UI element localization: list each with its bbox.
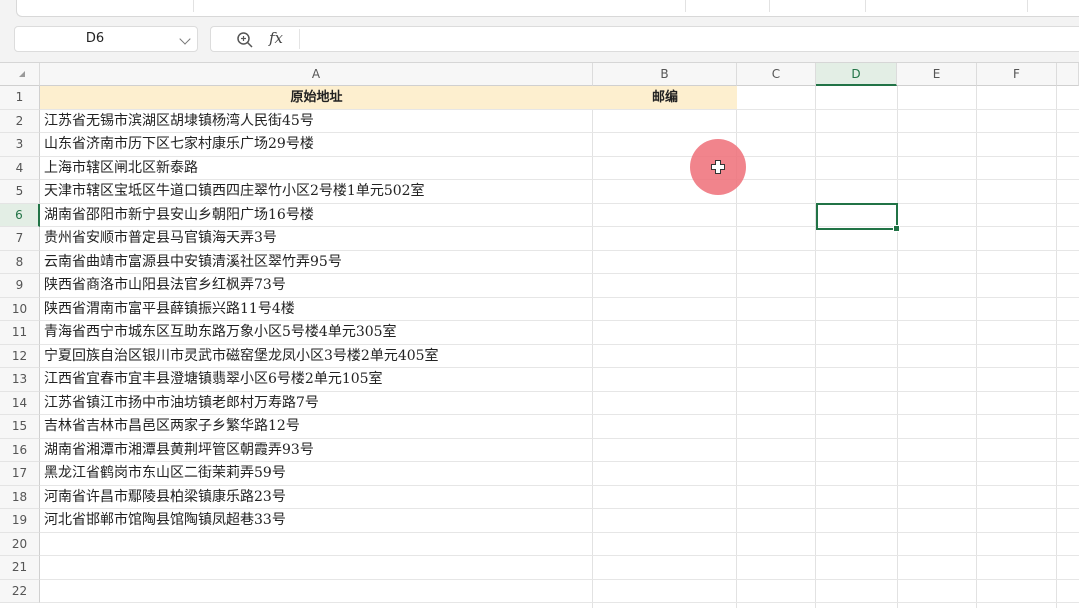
address-cell[interactable]: 河南省许昌市鄢陵县柏梁镇康乐路23号	[44, 486, 286, 509]
insert-function-button[interactable]: fx	[269, 29, 283, 47]
row-header-10[interactable]: 10	[0, 297, 40, 321]
ribbon-toolbar	[16, 0, 1079, 17]
address-cell[interactable]: 山东省济南市历下区七家村康乐广场29号楼	[44, 133, 314, 156]
zoom-magnifier-icon[interactable]	[235, 30, 255, 50]
address-cell[interactable]: 云南省曲靖市富源县中安镇清溪社区翠竹弄95号	[44, 251, 342, 274]
row-header-7[interactable]: 7	[0, 227, 40, 251]
row-header-5[interactable]: 5	[0, 180, 40, 204]
address-cell[interactable]: 贵州省安顺市普定县马官镇海天弄3号	[44, 227, 277, 250]
address-cell[interactable]: 湖南省邵阳市新宁县安山乡朝阳广场16号楼	[44, 204, 314, 227]
address-cell[interactable]: 河北省邯郸市馆陶县馆陶镇凤超巷33号	[44, 509, 286, 532]
row-header-16[interactable]: 16	[0, 438, 40, 462]
row-header-9[interactable]: 9	[0, 274, 40, 298]
ribbon-separator	[769, 0, 770, 12]
select-all-corner[interactable]	[0, 63, 40, 86]
ribbon-separator	[193, 0, 194, 12]
row-header-15[interactable]: 15	[0, 415, 40, 439]
address-cell[interactable]: 上海市辖区闸北区新泰路	[44, 157, 198, 180]
row-header-11[interactable]: 11	[0, 321, 40, 345]
ribbon-separator	[865, 0, 866, 12]
column-header-e[interactable]: E	[897, 63, 977, 86]
spreadsheet-grid[interactable]: A B C D E F 1 2 3 4 5 6 7 8 9 10 11 12 13 14 15 16 17 18 1…	[0, 62, 1079, 608]
address-cell[interactable]: 天津市辖区宝坻区牛道口镇西四庄翠竹小区2号楼1单元502室	[44, 180, 425, 203]
grid-line	[976, 86, 977, 608]
address-cell[interactable]: 陕西省商洛市山阳县法官乡红枫弄73号	[44, 274, 286, 297]
address-cell[interactable]: 江西省宜春市宜丰县澄塘镇翡翠小区6号楼2单元105室	[44, 368, 383, 391]
row-header-13[interactable]: 13	[0, 368, 40, 392]
row-header-8[interactable]: 8	[0, 250, 40, 274]
address-cell[interactable]: 江苏省镇江市扬中市油坊镇老郎村万寿路7号	[44, 392, 319, 415]
address-cell[interactable]: 江苏省无锡市滨湖区胡埭镇杨湾人民街45号	[44, 110, 314, 133]
mouse-cursor-highlight	[690, 139, 746, 195]
row-header-6[interactable]: 6	[0, 203, 40, 227]
fill-handle[interactable]	[893, 224, 900, 232]
row-header-4[interactable]: 4	[0, 156, 40, 180]
name-box[interactable]: D6	[14, 26, 198, 52]
row-header-18[interactable]: 18	[0, 485, 40, 509]
formula-bar[interactable]: fx	[210, 26, 1079, 52]
column-header-g[interactable]	[1057, 63, 1079, 86]
row-grid-line	[40, 578, 1079, 580]
cell-cursor-plus-icon	[711, 160, 725, 174]
name-box-value[interactable]: D6	[15, 27, 175, 51]
ribbon-separator	[685, 0, 686, 12]
row-header-19[interactable]: 19	[0, 509, 40, 533]
column-header-f[interactable]: F	[977, 63, 1057, 86]
active-cell-selection[interactable]	[816, 202, 900, 232]
column-header-d[interactable]: D	[816, 63, 897, 86]
row-header-3[interactable]: 3	[0, 133, 40, 157]
row-header-17[interactable]: 17	[0, 462, 40, 486]
address-cell[interactable]: 湖南省湘潭市湘潭县黄荆坪管区朝霞弄93号	[44, 439, 314, 462]
row-header-22[interactable]: 22	[0, 579, 40, 603]
ribbon-separator	[1027, 0, 1028, 12]
grid-line	[1056, 86, 1057, 608]
row-header-20[interactable]: 20	[0, 532, 40, 556]
chevron-down-icon[interactable]	[179, 33, 191, 45]
address-cell[interactable]: 吉林省吉林市昌邑区两家子乡繁华路12号	[44, 415, 300, 438]
formula-separator	[299, 29, 300, 49]
row-header-21[interactable]: 21	[0, 556, 40, 580]
address-cell[interactable]: 黑龙江省鹤岗市东山区二街茉莉弄59号	[44, 462, 286, 485]
column-header-b[interactable]: B	[593, 63, 737, 86]
address-cell[interactable]: 陕西省渭南市富平县薛镇振兴路11号4楼	[44, 298, 295, 321]
row-header-1[interactable]: 1	[0, 86, 40, 110]
grid-line	[592, 86, 593, 608]
column-header-c[interactable]: C	[737, 63, 816, 86]
select-all-icon	[19, 71, 25, 77]
row-header-2[interactable]: 2	[0, 109, 40, 133]
row-grid-line	[40, 602, 1079, 603]
header-cell-postcode[interactable]: 邮编	[593, 86, 737, 109]
address-cell[interactable]: 宁夏回族自治区银川市灵武市磁窑堡龙凤小区3号楼2单元405室	[44, 345, 439, 368]
column-header-a[interactable]: A	[40, 63, 593, 86]
grid-line	[815, 86, 816, 608]
row-header-12[interactable]: 12	[0, 344, 40, 368]
header-cell-original-address[interactable]: 原始地址	[40, 86, 593, 109]
address-cell[interactable]: 青海省西宁市城东区互助东路万象小区5号楼4单元305室	[44, 321, 397, 344]
grid-line	[897, 86, 898, 608]
row-grid-line	[40, 555, 1079, 556]
row-header-14[interactable]: 14	[0, 391, 40, 415]
